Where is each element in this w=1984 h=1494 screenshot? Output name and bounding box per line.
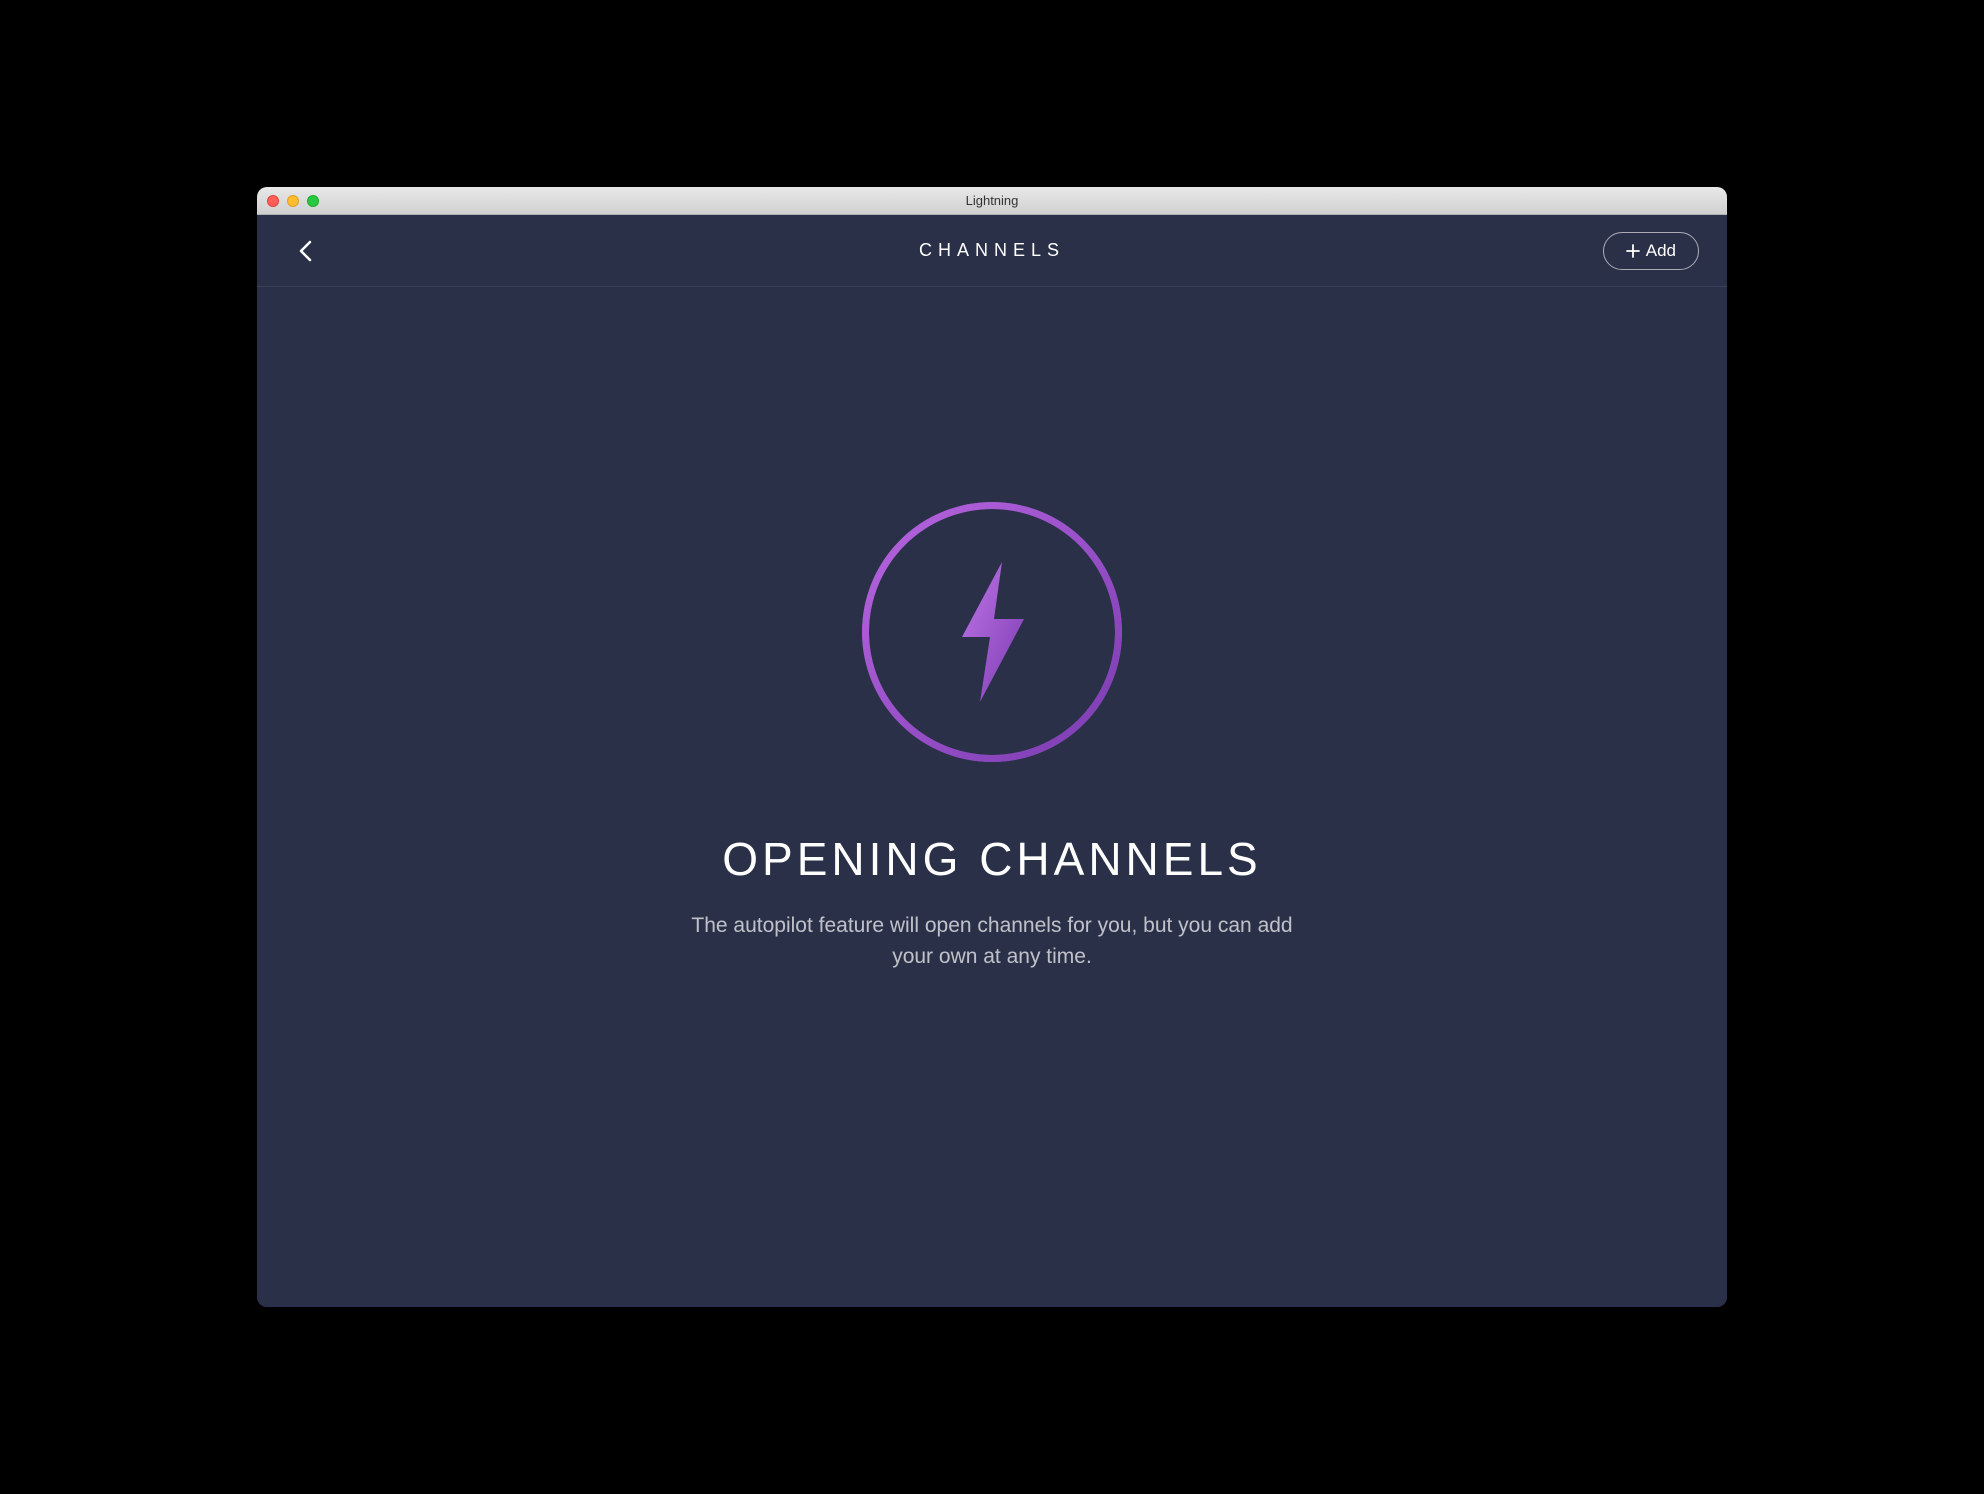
page-title: CHANNELS — [919, 240, 1065, 261]
main-title: OPENING CHANNELS — [722, 832, 1261, 886]
back-button[interactable] — [285, 231, 325, 271]
minimize-window-button[interactable] — [287, 195, 299, 207]
add-button-label: Add — [1646, 241, 1676, 261]
main-content: OPENING CHANNELS The autopilot feature w… — [257, 287, 1727, 1307]
plus-icon — [1626, 244, 1640, 258]
traffic-lights — [257, 195, 319, 207]
add-button[interactable]: Add — [1603, 232, 1699, 270]
window-title: Lightning — [966, 193, 1019, 208]
app-window: Lightning CHANNELS Add — [257, 187, 1727, 1307]
main-subtitle: The autopilot feature will open channels… — [672, 910, 1312, 973]
titlebar: Lightning — [257, 187, 1727, 215]
app-content: CHANNELS Add — [257, 215, 1727, 1307]
maximize-window-button[interactable] — [307, 195, 319, 207]
chevron-left-icon — [298, 240, 312, 262]
lightning-bolt-icon — [942, 557, 1042, 707]
close-window-button[interactable] — [267, 195, 279, 207]
lightning-circle — [862, 502, 1122, 762]
header: CHANNELS Add — [257, 215, 1727, 287]
